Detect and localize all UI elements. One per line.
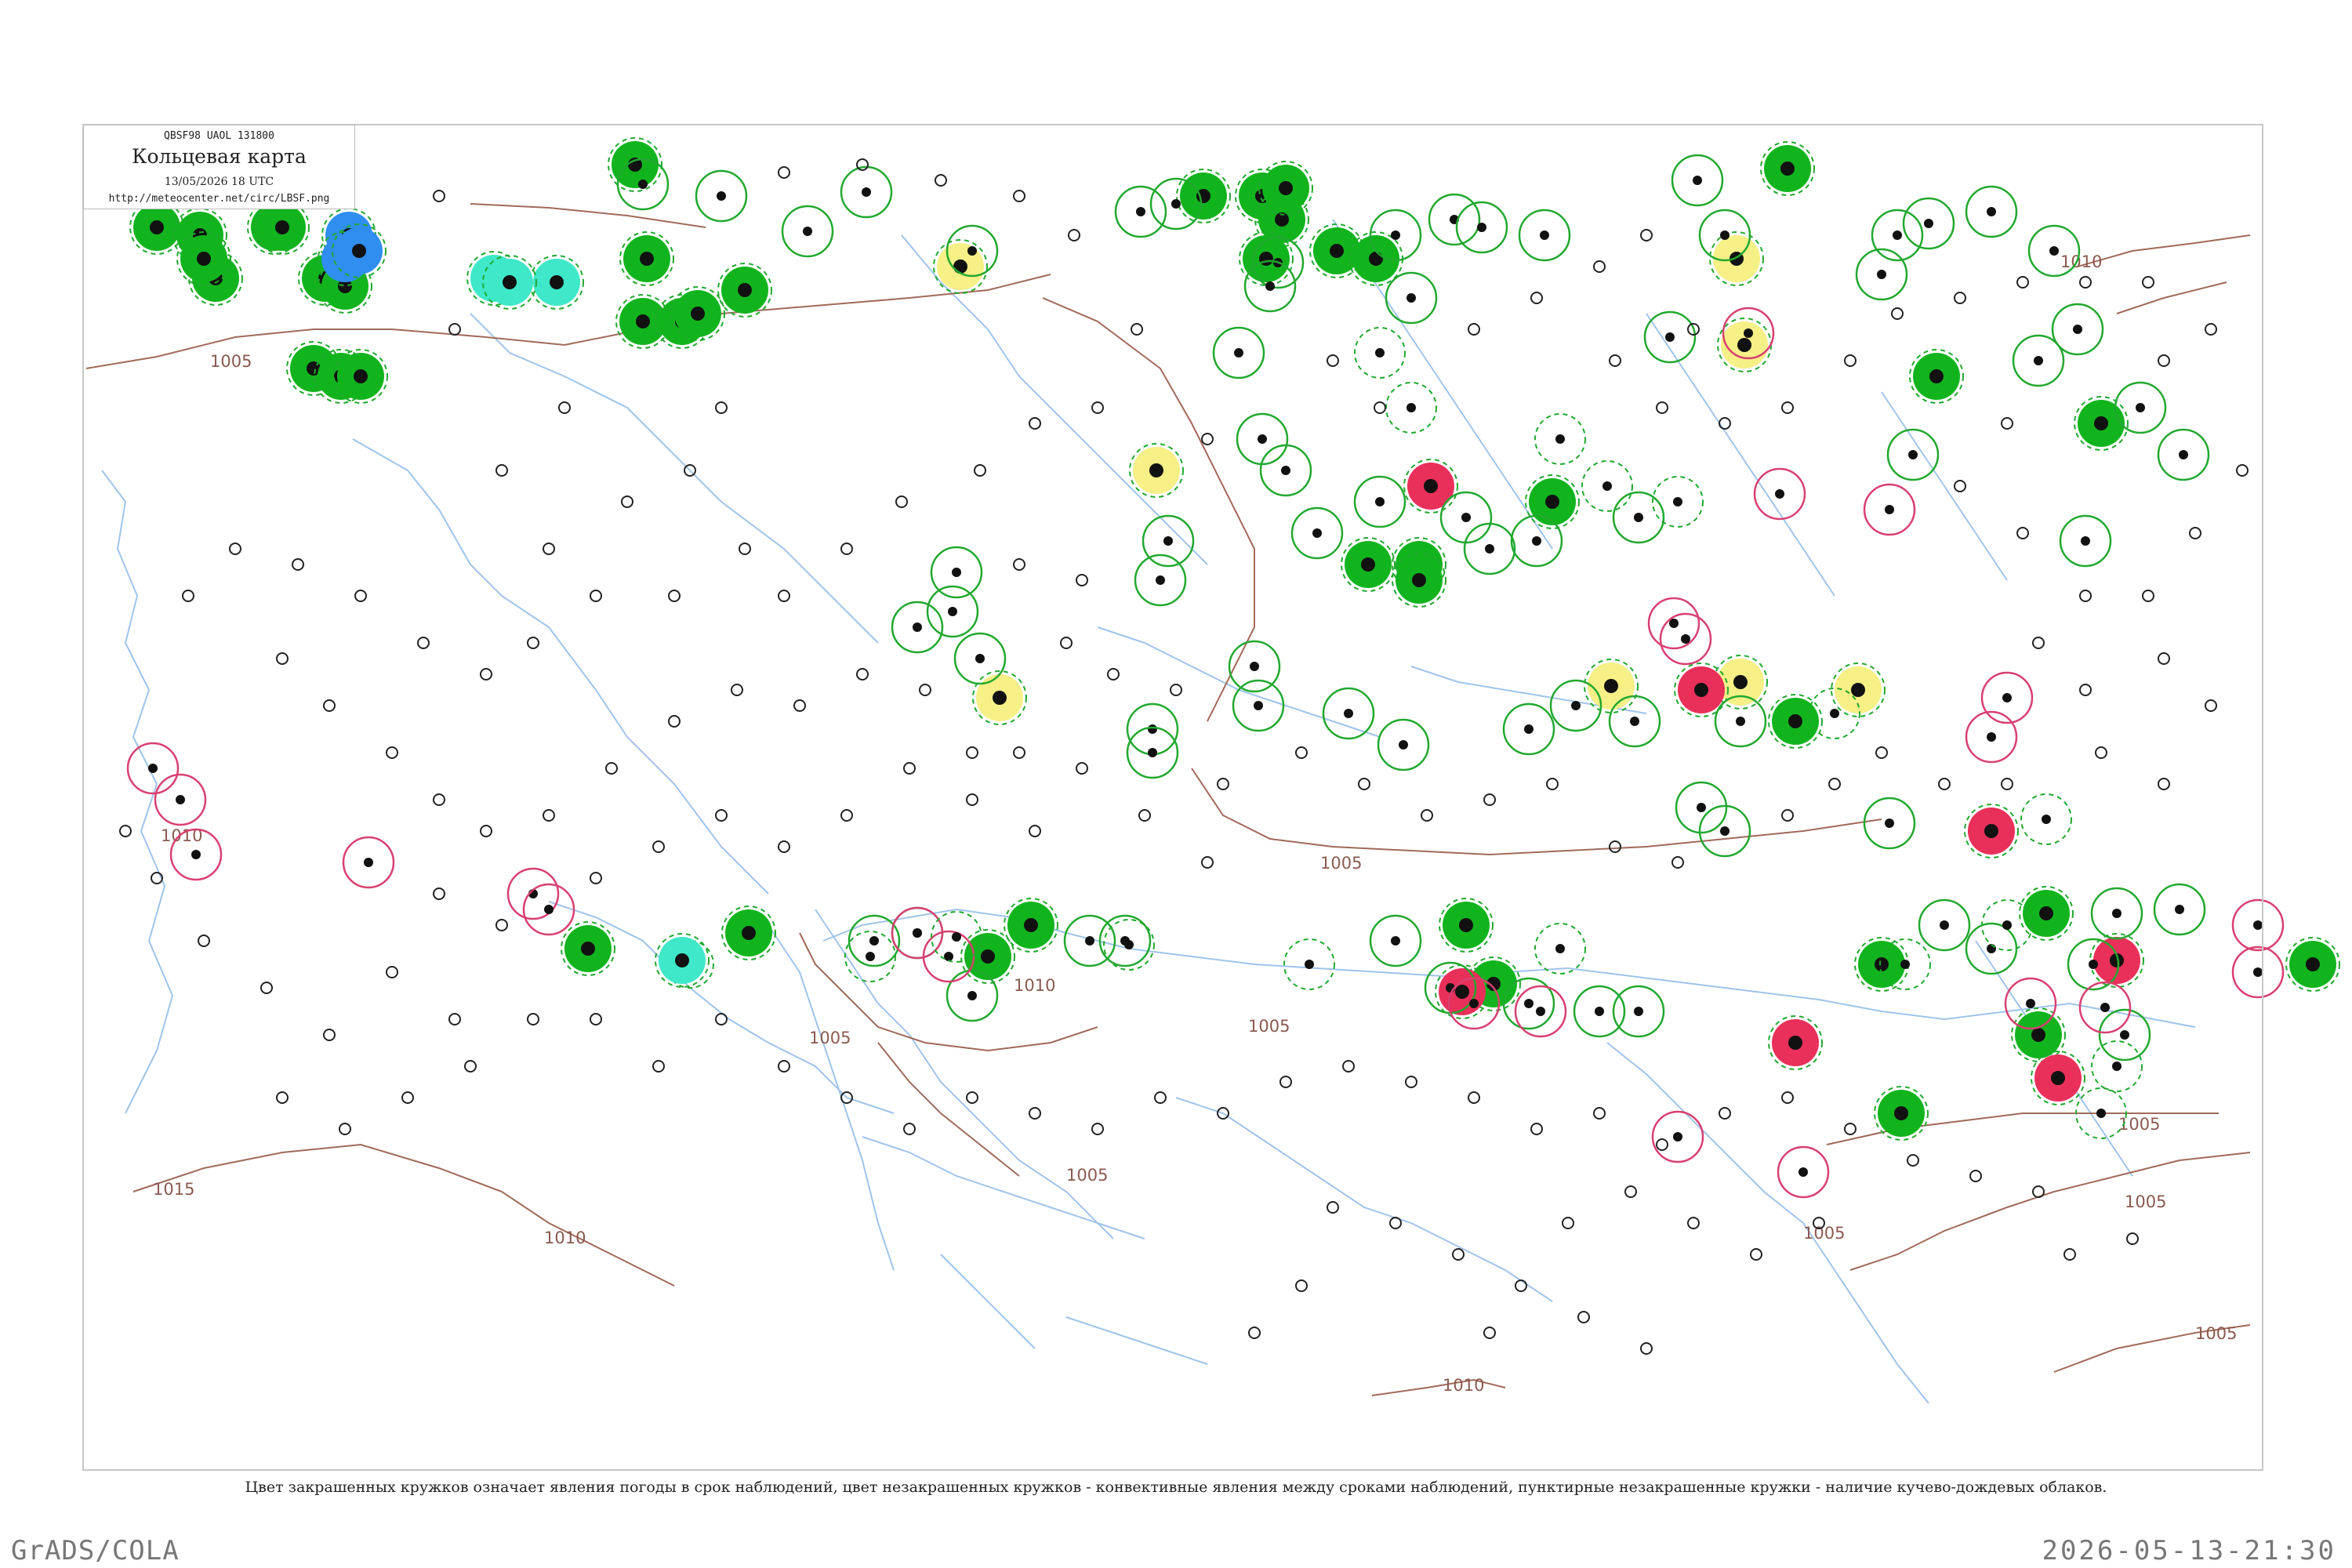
source-url: http://meteocenter.net/circ/LBSF.png xyxy=(108,193,330,205)
legend-caption: Цвет закрашенных кружков означает явлени… xyxy=(245,1479,2107,1496)
station-dot xyxy=(2306,957,2320,971)
map-frame xyxy=(82,124,2263,1471)
map-title: Кольцевая карта xyxy=(132,145,307,168)
bulletin-code: QBSF98 UAOL 131800 xyxy=(164,130,274,142)
render-timestamp: 2026-05-13-21:30 xyxy=(2042,1535,2336,1566)
software-credit: GrADS/COLA xyxy=(11,1535,180,1566)
observation-time: 13/05/2026 18 UTC xyxy=(164,176,274,188)
map-header: QBSF98 UAOL 131800 Кольцевая карта 13/05… xyxy=(83,125,355,209)
